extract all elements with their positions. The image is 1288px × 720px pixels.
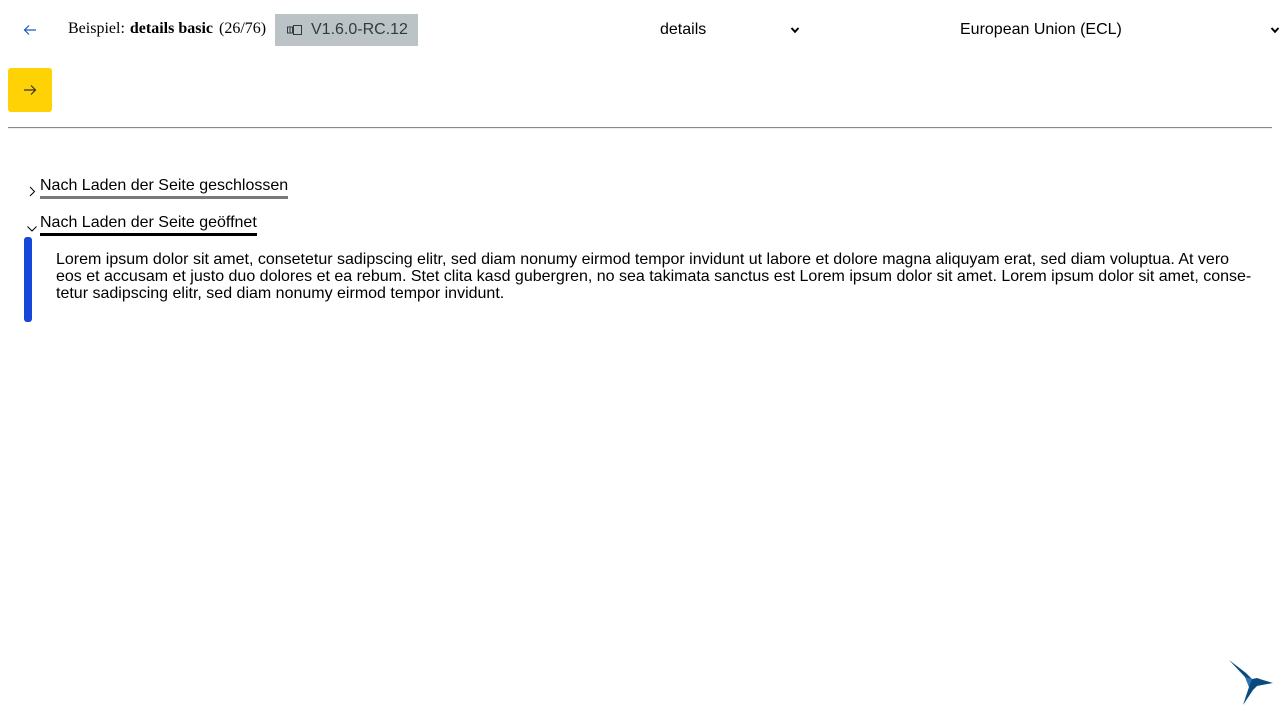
back-button[interactable] [8,14,52,46]
example-prefix: Beispiel: [68,20,125,37]
details-summary-open[interactable]: Nach Laden der Seite geöffnet [26,213,257,236]
next-button[interactable] [8,68,52,112]
chevron-down-icon [1270,27,1280,34]
details-summary-closed[interactable]: Nach Laden der Seite geschlossen [26,176,289,199]
details-content: Lorem ipsum dolor sit amet, consetetur s… [24,237,1256,322]
version-label: V1.6.0-RC.12 [311,21,408,38]
kolibri-bird-logo [1229,660,1273,705]
toggle-icon [287,25,302,35]
version-badge[interactable]: V1.6.0-RC.12 [275,14,418,46]
page: Beispiel: details basic (26/76) V1.6.0-RC… [0,0,1288,720]
example-name: details basic [129,20,214,37]
chevron-down-icon [790,27,800,34]
example-count: (26/76) [219,20,267,37]
details-content-accent-bar [24,237,32,322]
arrow-right-icon [24,85,37,95]
details-summary-label: Nach Laden der Seite geöffnet [40,213,257,236]
chevron-down-icon [27,226,37,232]
arrow-left-icon [23,25,36,35]
details-content-text: Lorem ipsum dolor sit amet, consetetur s… [56,251,1252,302]
theme-select[interactable]: European Union (ECL) [960,18,1280,42]
chevron-right-icon [29,186,36,197]
component-select[interactable]: details [660,18,800,42]
component-select-value: details [660,21,707,38]
details-summary-label: Nach Laden der Seite geschlossen [40,176,289,199]
toolbar: Beispiel: details basic (26/76) V1.6.0-RC… [0,0,1288,60]
theme-select-value: European Union (ECL) [960,21,1122,38]
divider [8,127,1272,129]
example-label: Beispiel: details basic (26/76) [68,19,266,39]
